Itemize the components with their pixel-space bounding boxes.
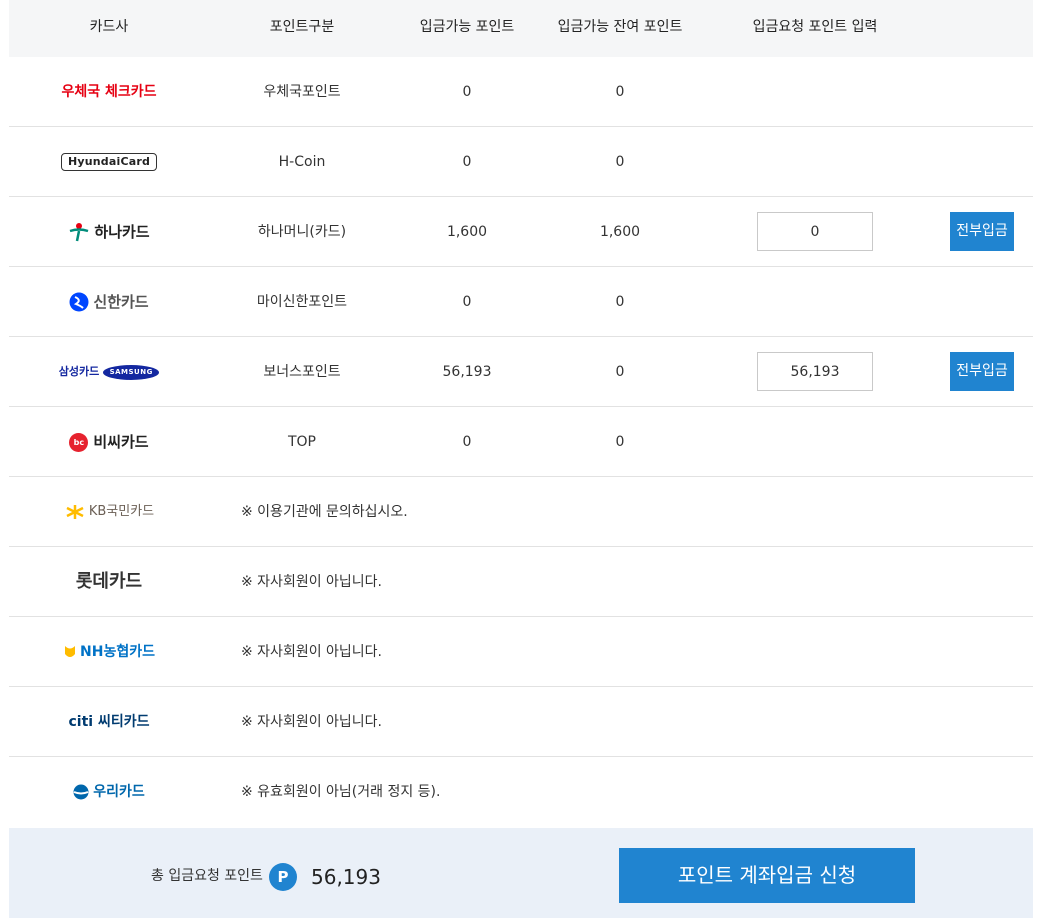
row-note: ※ 유효회원이 아님(거래 정지 등). [241,784,441,800]
kb-star-icon [66,505,84,519]
woori-icon [73,784,89,800]
header-remaining-points: 입금가능 잔여 포인트 [557,19,683,35]
nh-icon [65,646,76,657]
hyundai-card-label: HyundaiCard [60,153,158,171]
table-row: 우체국 체크카드 우체국포인트 0 0 [9,57,1033,127]
available-points: 0 [462,294,472,310]
epost-card-logo: 우체국 체크카드 [61,84,157,100]
point-type: 하나머니(카드) [257,224,347,240]
point-type: H-Coin [278,154,326,170]
remaining-points: 0 [615,154,625,170]
lotte-card-logo: 롯데카드 [75,571,143,592]
table-row: NH농협카드 ※ 자사회원이 아닙니다. [9,617,1033,687]
available-points: 1,600 [446,224,488,240]
points-table: 카드사 포인트구분 입금가능 포인트 입금가능 잔여 포인트 입금요청 포인트 … [9,0,1033,827]
available-points: 0 [462,434,472,450]
hyundai-card-logo: HyundaiCard [60,127,158,197]
table-row: 롯데카드 ※ 자사회원이 아닙니다. [9,547,1033,617]
point-type: TOP [287,434,316,450]
table-row: bc 비씨카드 TOP 0 0 [9,407,1033,477]
kb-card-logo: KB국민카드 [64,477,154,547]
table-row: HyundaiCard H-Coin 0 0 [9,127,1033,197]
header-request-input: 입금요청 포인트 입력 [752,19,878,35]
citi-card-logo: citi 씨티카드 [68,714,150,730]
total-request-label: 총 입금요청 포인트 [151,868,263,884]
row-note: ※ 자사회원이 아닙니다. [241,644,383,660]
available-points: 0 [462,84,472,100]
header-card-company: 카드사 [89,19,129,35]
row-note: ※ 자사회원이 아닙니다. [241,714,383,730]
bc-icon: bc [69,432,89,452]
request-amount-input[interactable] [757,212,873,251]
woori-card-logo: 우리카드 [73,757,145,827]
header-point-type: 포인트구분 [269,19,335,35]
table-row: 하나카드 하나머니(카드) 1,600 1,600 전부입금 [9,197,1033,267]
remaining-points: 0 [615,434,625,450]
row-note: ※ 이용기관에 문의하십시오. [241,504,408,520]
remaining-points: 0 [615,294,625,310]
summary-footer: 총 입금요청 포인트 P 56,193 포인트 계좌입금 신청 [9,828,1033,918]
deposit-all-button[interactable]: 전부입금 [950,212,1014,251]
remaining-points: 0 [615,84,625,100]
available-points: 0 [462,154,472,170]
table-row: KB국민카드 ※ 이용기관에 문의하십시오. [9,477,1033,547]
table-header: 카드사 포인트구분 입금가능 포인트 입금가능 잔여 포인트 입금요청 포인트 … [9,0,1033,57]
submit-deposit-button[interactable]: 포인트 계좌입금 신청 [619,848,915,903]
table-row: 신한카드 마이신한포인트 0 0 [9,267,1033,337]
table-row: 우리카드 ※ 유효회원이 아님(거래 정지 등). [9,757,1033,827]
hana-card-logo: 하나카드 [68,197,150,267]
bc-card-logo: bc 비씨카드 [69,407,149,477]
point-type: 보너스포인트 [263,364,341,380]
shinhan-icon [69,292,89,312]
point-type: 우체국포인트 [263,84,341,100]
row-note: ※ 자사회원이 아닙니다. [241,574,383,590]
table-row: 삼성카드 SAMSUNG 보너스포인트 56,193 0 전부입금 [9,337,1033,407]
remaining-points: 1,600 [599,224,641,240]
header-available-points: 입금가능 포인트 [419,19,515,35]
samsung-card-logo: 삼성카드 SAMSUNG [59,337,160,407]
remaining-points: 0 [615,364,625,380]
table-row: citi 씨티카드 ※ 자사회원이 아닙니다. [9,687,1033,757]
request-amount-input[interactable] [757,352,873,391]
total-request-value: 56,193 [311,865,381,889]
shinhan-card-logo: 신한카드 [69,267,149,337]
hana-icon [69,223,89,242]
point-type: 마이신한포인트 [256,294,348,310]
nh-card-logo: NH농협카드 [63,617,155,687]
deposit-all-button[interactable]: 전부입금 [950,352,1014,391]
samsung-wordmark: SAMSUNG [103,364,160,380]
available-points: 56,193 [442,364,492,380]
point-icon: P [269,863,297,891]
